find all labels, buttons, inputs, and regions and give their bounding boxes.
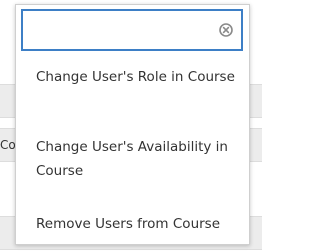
actions-dropdown: Change User's Role in Course Change User… [15,4,250,245]
menu-item-change-role[interactable]: Change User's Role in Course [16,59,247,123]
search-input[interactable] [23,11,213,49]
page-background: Co Change User's Role in Course Change U… [0,0,262,252]
menu-item-remove-users[interactable]: Remove Users from Course [16,206,247,245]
search-field-wrapper[interactable] [21,9,243,51]
clear-icon[interactable] [219,23,233,37]
actions-menu: Change User's Role in Course Change User… [16,59,247,245]
menu-item-change-availability[interactable]: Change User's Availability in Course [16,129,247,193]
background-cell-text: Co [0,138,16,152]
